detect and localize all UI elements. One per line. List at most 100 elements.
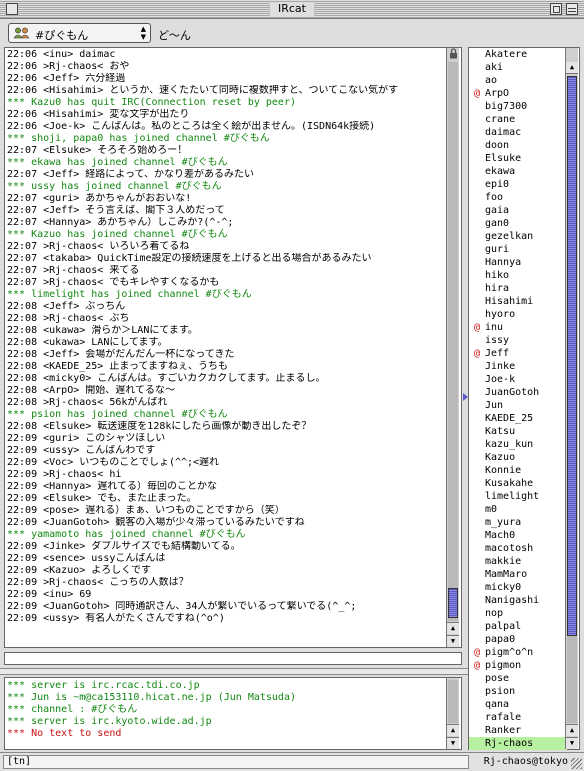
nick-list-item[interactable]: palpal (469, 620, 567, 633)
channel-name: #ぴぐもん (35, 29, 89, 42)
nick-list-item[interactable]: micky0 (469, 581, 567, 594)
chat-log-pane[interactable]: 22:06 <inu> daimac 22:06 >Rj-chaos< おや 22:… (4, 47, 462, 648)
nick-list-item[interactable]: psion (469, 685, 567, 698)
nick-list-item[interactable]: qana (469, 698, 567, 711)
chat-message: 22:06 <inu> daimac (7, 49, 116, 60)
nick-list-item[interactable]: makkie (469, 555, 567, 568)
close-box-icon[interactable] (6, 3, 18, 15)
pane-divider[interactable] (0, 668, 470, 675)
nick-list-item[interactable]: @ Jeff (469, 347, 567, 360)
nick-list-item[interactable]: @ ArpO (469, 87, 567, 100)
nick-list-item[interactable]: big7300 (469, 100, 567, 113)
nick-list-item[interactable]: epi0 (469, 178, 567, 191)
nick-list-item[interactable]: JuanGotoh (469, 386, 567, 399)
nick-list-item[interactable]: Rj-chaos (469, 737, 567, 750)
nick-list-item[interactable]: gezelkan (469, 230, 567, 243)
nick-list-item[interactable]: Mach0 (469, 529, 567, 542)
chat-message: 22:07 >Rj-chaos< 来てる (7, 265, 140, 276)
nick-list-item[interactable]: limelight (469, 490, 567, 503)
scroll-up-button[interactable]: ▲ (566, 62, 578, 74)
grow-box-icon[interactable] (571, 758, 582, 769)
nick-list-item[interactable]: guri (469, 243, 567, 256)
scroll-down-button[interactable]: ▼ (447, 635, 459, 647)
nick-list-item[interactable]: Elsuke (469, 152, 567, 165)
nick-list-item[interactable]: nop (469, 607, 567, 620)
scroll-down-button[interactable]: ▼ (566, 737, 578, 749)
channel-select[interactable]: #ぴぐもん ▲ ▼ (8, 23, 151, 43)
title-bar[interactable]: IRcat (0, 0, 584, 19)
nick-list-scrollbar[interactable]: ▲ ▲ ▼ (565, 48, 578, 749)
chat-message: 22:08 >Rj-chaos< 56kがんばれ (7, 397, 168, 408)
nick-list-item[interactable]: foo (469, 191, 567, 204)
nick-list-item[interactable]: @ inu (469, 321, 567, 334)
nick-name: Jinke (485, 361, 516, 372)
server-log-pane[interactable]: *** server is irc.rcac.tdi.co.jp *** Jun … (4, 677, 462, 750)
nick-name: Katsu (485, 426, 516, 437)
nick-list-item[interactable]: ao (469, 74, 567, 87)
chat-log-scrollbar[interactable]: ▲ ▼ (446, 48, 459, 647)
nick-name: ao (485, 75, 498, 86)
scroll-thumb[interactable] (567, 76, 577, 636)
nick-list-item[interactable]: daimac (469, 126, 567, 139)
nick-list-item[interactable]: Joe-k (469, 373, 567, 386)
nick-list-item[interactable]: hira (469, 282, 567, 295)
scroll-up-button[interactable]: ▲ (447, 622, 459, 634)
nick-list-item[interactable]: Kusakahe (469, 477, 567, 490)
nick-list-item[interactable]: rafale (469, 711, 567, 724)
nick-list-item[interactable]: @ pigm^o^n (469, 646, 567, 659)
nick-list-item[interactable]: @ pigmon (469, 659, 567, 672)
nick-name: ekawa (485, 166, 516, 177)
nick-list-item[interactable]: macotosh (469, 542, 567, 555)
server-message: *** channel : #ぴぐもん (7, 704, 138, 715)
system-message: *** Kazuo has joined channel #ぴぐもん (7, 229, 228, 240)
nick-list-item[interactable]: ekawa (469, 165, 567, 178)
nick-list-item[interactable]: hyoro (469, 308, 567, 321)
nick-list-item[interactable]: Katsu (469, 425, 567, 438)
nick-list-item[interactable]: Ranker (469, 724, 567, 737)
nick-list-item[interactable]: kazu_kun (469, 438, 567, 451)
nick-list-item[interactable]: aki (469, 61, 567, 74)
nick-list-item[interactable]: pose (469, 672, 567, 685)
nick-name: doon (485, 140, 510, 151)
nick-list-item[interactable]: gaia (469, 204, 567, 217)
server-message: *** Jun is ~m@ca153110.hicat.ne.jp (Jun … (7, 692, 296, 703)
nick-list-item[interactable]: Hisahimi (469, 295, 567, 308)
nick-list-pane[interactable]: Akatere aki ao @ ArpO big7300 crane daimac doon E… (468, 47, 580, 750)
zoom-box-icon[interactable] (550, 3, 562, 15)
nick-list-item[interactable]: Nanigashi (469, 594, 567, 607)
scroll-up-button[interactable]: ▲ (447, 724, 459, 736)
nick-list-item[interactable]: KAEDE_25 (469, 412, 567, 425)
nick-name: Kusakahe (485, 478, 534, 489)
chat-message: 22:09 <Voc> いつものことでしょ(^^;<遅れ (7, 457, 220, 468)
nick-name: Hannya (485, 257, 522, 268)
nick-list-item[interactable]: Hannya (469, 256, 567, 269)
lock-icon[interactable] (448, 48, 459, 60)
nick-list-item[interactable]: Jun (469, 399, 567, 412)
nick-list-item[interactable]: gan0 (469, 217, 567, 230)
nick-name: crane (485, 114, 516, 125)
nick-list-item[interactable]: m0 (469, 503, 567, 516)
nick-list-item[interactable]: Jinke (469, 360, 567, 373)
nick-list-item[interactable]: crane (469, 113, 567, 126)
nick-list-item[interactable]: papa0 (469, 633, 567, 646)
nick-list-item[interactable]: issy (469, 334, 567, 347)
nick-name: big7300 (485, 101, 528, 112)
message-input[interactable] (4, 652, 462, 665)
server-log-scrollbar[interactable]: ▲ ▼ (446, 678, 459, 749)
chat-message: 22:06 <Jeff> 六分経過 (7, 73, 126, 84)
nick-list-item[interactable]: Kazuo (469, 451, 567, 464)
scroll-thumb[interactable] (448, 588, 458, 618)
nick-list-item[interactable]: MamMaro (469, 568, 567, 581)
chat-message: 22:07 >Rj-chaos< でもキレやすくなるかも (7, 277, 220, 288)
nick-list-item[interactable]: hiko (469, 269, 567, 282)
nick-list-item[interactable]: m_yura (469, 516, 567, 529)
scroll-up-button[interactable]: ▲ (566, 724, 578, 736)
nick-list-item[interactable]: doon (469, 139, 567, 152)
collapse-box-icon[interactable] (566, 3, 578, 15)
system-message: *** limelight has joined channel #ぴぐもん (7, 289, 252, 300)
nick-name: issy (485, 335, 510, 346)
nick-list-item[interactable]: Akatere (469, 48, 567, 61)
nick-name: Kazuo (485, 452, 516, 463)
scroll-down-button[interactable]: ▼ (447, 737, 459, 749)
nick-list-item[interactable]: Konnie (469, 464, 567, 477)
